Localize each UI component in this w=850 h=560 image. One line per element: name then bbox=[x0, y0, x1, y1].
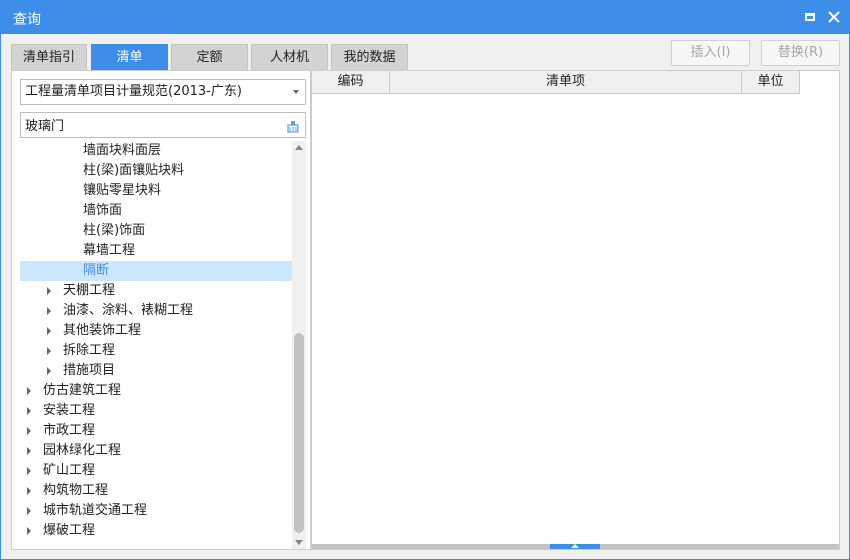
close-icon[interactable] bbox=[823, 7, 845, 27]
tree-item[interactable]: 拆除工程 bbox=[20, 341, 292, 361]
column-header-code[interactable]: 编码 bbox=[312, 71, 390, 94]
tree-item[interactable]: 其他装饰工程 bbox=[20, 321, 292, 341]
query-window: 查询 清单指引 清单 定额 人材机 我的数据 插入(I) 替换(R) 工程量清单… bbox=[0, 0, 850, 560]
expand-arrow-icon[interactable] bbox=[27, 527, 31, 535]
tree-item-label: 矿山工程 bbox=[43, 463, 96, 478]
chevron-down-icon bbox=[293, 90, 299, 94]
tree-item-label: 爆破工程 bbox=[43, 523, 96, 538]
replace-button[interactable]: 替换(R) bbox=[761, 40, 840, 66]
tree-item-label: 油漆、涂料、裱糊工程 bbox=[63, 303, 194, 318]
tree-item[interactable]: 城市轨道交通工程 bbox=[20, 501, 292, 521]
tree-item-label: 城市轨道交通工程 bbox=[43, 503, 148, 518]
results-grid: 编码 清单项 单位 bbox=[311, 70, 840, 550]
tab-labor-material-machine[interactable]: 人材机 bbox=[251, 44, 328, 70]
expand-arrow-icon[interactable] bbox=[47, 287, 51, 295]
tree-item[interactable]: 天棚工程 bbox=[20, 281, 292, 301]
tree-item[interactable]: 柱(梁)面镶贴块料 bbox=[20, 161, 292, 181]
tab-quota[interactable]: 定额 bbox=[171, 44, 248, 70]
chevron-up-icon bbox=[571, 544, 579, 548]
tree-item[interactable]: 墙饰面 bbox=[20, 201, 292, 221]
expand-arrow-icon[interactable] bbox=[27, 427, 31, 435]
expand-arrow-icon[interactable] bbox=[27, 407, 31, 415]
spec-select[interactable]: 工程量清单项目计量规范(2013-广东) bbox=[20, 79, 306, 105]
expand-arrow-icon[interactable] bbox=[47, 347, 51, 355]
tree-item-label: 构筑物工程 bbox=[43, 483, 109, 498]
maximize-icon[interactable] bbox=[799, 7, 821, 27]
tree-item-label: 园林绿化工程 bbox=[43, 443, 122, 458]
tree-item[interactable]: 隔断 bbox=[20, 261, 292, 281]
column-header-bill-item[interactable]: 清单项 bbox=[390, 71, 742, 94]
scroll-thumb[interactable] bbox=[294, 333, 304, 533]
catalog-panel: 工程量清单项目计量规范(2013-广东) 墙面块料面层柱(梁)面镶贴块料镶贴零星… bbox=[11, 70, 311, 550]
tree-item-label: 墙面块料面层 bbox=[83, 143, 162, 158]
tree-item-label: 墙饰面 bbox=[83, 203, 123, 218]
window-title: 查询 bbox=[13, 12, 41, 28]
bottom-splitter[interactable] bbox=[312, 544, 839, 549]
tree-item[interactable]: 市政工程 bbox=[20, 421, 292, 441]
catalog-tree: 墙面块料面层柱(梁)面镶贴块料 镶贴零星块料 墙饰面柱(梁)饰面 幕墙工程隔断天棚工程… bbox=[20, 141, 292, 549]
search-input[interactable] bbox=[25, 113, 275, 135]
tab-my-data[interactable]: 我的数据 bbox=[331, 44, 408, 70]
tree-item-label: 柱(梁)面镶贴块料 bbox=[83, 163, 185, 178]
spec-select-value: 工程量清单项目计量规范(2013-广东) bbox=[25, 84, 242, 99]
tree-item-label: 拆除工程 bbox=[63, 343, 116, 358]
tree-item[interactable]: 园林绿化工程 bbox=[20, 441, 292, 461]
insert-button[interactable]: 插入(I) bbox=[671, 40, 750, 66]
tree-item-label: 仿古建筑工程 bbox=[43, 383, 122, 398]
expand-arrow-icon[interactable] bbox=[47, 307, 51, 315]
tree-item-label: 天棚工程 bbox=[63, 283, 116, 298]
tab-bill[interactable]: 清单 bbox=[91, 44, 168, 70]
scroll-down-icon[interactable] bbox=[295, 540, 303, 545]
scroll-up-icon[interactable] bbox=[295, 145, 303, 150]
tree-item[interactable]: 幕墙工程 bbox=[20, 241, 292, 261]
tree-item-label: 市政工程 bbox=[43, 423, 96, 438]
tree-item-label: 柱(梁)饰面 bbox=[83, 223, 146, 238]
tree-item[interactable]: 爆破工程 bbox=[20, 521, 292, 541]
search-field[interactable] bbox=[20, 112, 306, 138]
tree-item-label: 隔断 bbox=[83, 263, 110, 278]
tree-item-label: 安装工程 bbox=[43, 403, 96, 418]
tree-item-label: 幕墙工程 bbox=[83, 243, 136, 258]
expand-arrow-icon[interactable] bbox=[27, 487, 31, 495]
tree-item[interactable]: 墙面块料面层 bbox=[20, 141, 292, 161]
tree-item[interactable]: 矿山工程 bbox=[20, 461, 292, 481]
tree-item[interactable]: 构筑物工程 bbox=[20, 481, 292, 501]
expand-arrow-icon[interactable] bbox=[47, 327, 51, 335]
tree-item-label: 措施项目 bbox=[63, 363, 116, 378]
title-bar[interactable]: 查询 bbox=[1, 1, 849, 34]
tree-item[interactable]: 柱(梁)饰面 bbox=[20, 221, 292, 241]
tree-item-label: 镶贴零星块料 bbox=[83, 183, 162, 198]
column-header-unit[interactable]: 单位 bbox=[742, 71, 800, 94]
tree-item-label: 其他装饰工程 bbox=[63, 323, 142, 338]
tree-item[interactable]: 仿古建筑工程 bbox=[20, 381, 292, 401]
tree-item[interactable]: 安装工程 bbox=[20, 401, 292, 421]
expand-arrow-icon[interactable] bbox=[27, 507, 31, 515]
expand-arrow-icon[interactable] bbox=[27, 447, 31, 455]
tree-scrollbar[interactable] bbox=[292, 141, 306, 549]
clear-search-icon[interactable] bbox=[286, 118, 300, 142]
expand-arrow-icon[interactable] bbox=[47, 367, 51, 375]
expand-arrow-icon[interactable] bbox=[27, 387, 31, 395]
expand-panel-handle[interactable] bbox=[550, 544, 600, 549]
tree-item[interactable]: 措施项目 bbox=[20, 361, 292, 381]
expand-arrow-icon[interactable] bbox=[27, 467, 31, 475]
tree-item[interactable]: 油漆、涂料、裱糊工程 bbox=[20, 301, 292, 321]
tab-bill-guide[interactable]: 清单指引 bbox=[11, 44, 87, 70]
tree-item[interactable]: 镶贴零星块料 bbox=[20, 181, 292, 201]
